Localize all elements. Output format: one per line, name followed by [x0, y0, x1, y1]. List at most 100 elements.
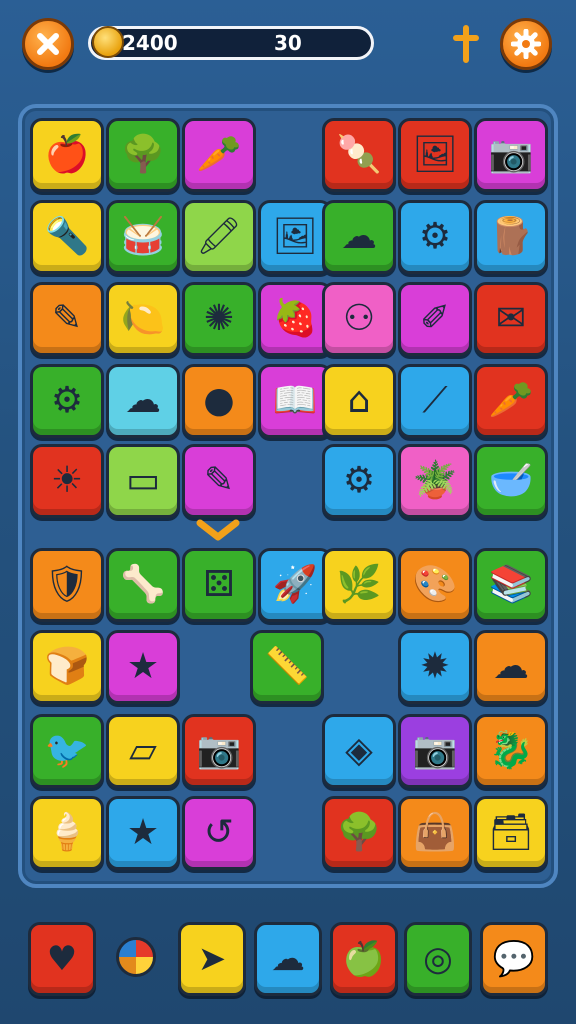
ring-icon: ◎ [423, 939, 453, 979]
cloud-icon: ☁ [341, 216, 377, 257]
tile[interactable]: 🗃 [474, 796, 548, 870]
tile[interactable]: 🍞 [30, 630, 104, 704]
crayon-icon: 🖍 [196, 216, 242, 257]
tile[interactable]: ▱ [106, 714, 180, 788]
tile[interactable]: ⚙ [322, 444, 396, 518]
tray-tile[interactable]: 🍏 [330, 922, 398, 996]
tile[interactable]: 🍋 [106, 282, 180, 356]
tile[interactable]: 📷 [398, 714, 472, 788]
cloud-icon: ☁ [125, 380, 161, 421]
tile[interactable]: 🍡 [322, 118, 396, 192]
tile[interactable]: 📖 [258, 364, 332, 438]
tile[interactable]: 🚀 [258, 548, 332, 622]
tile[interactable]: 📏 [250, 630, 324, 704]
tile[interactable]: ✹ [398, 630, 472, 704]
tile[interactable]: 🐦 [30, 714, 104, 788]
tray-tile[interactable]: ☁ [254, 922, 322, 996]
settings-button[interactable] [500, 18, 552, 70]
camera-icon: 📷 [488, 134, 534, 175]
tile[interactable]: ↺ [182, 796, 256, 870]
tile[interactable]: ★ [106, 796, 180, 870]
bag-icon: 👜 [412, 812, 458, 853]
tile[interactable]: ● [182, 364, 256, 438]
tile[interactable]: 👜 [398, 796, 472, 870]
tile[interactable]: 🪵 [474, 200, 548, 274]
tile[interactable]: ⚙ [30, 364, 104, 438]
tile[interactable]: 🖼 [398, 118, 472, 192]
tile[interactable]: 🪴 [398, 444, 472, 518]
tile[interactable]: 🖼 [258, 200, 332, 274]
tile[interactable]: 🦴 [106, 548, 180, 622]
pen-icon: ✎ [51, 298, 83, 339]
apple-icon: 🍎 [44, 134, 90, 175]
stapler-icon: ⌂ [347, 380, 371, 421]
tile[interactable]: ✉ [474, 282, 548, 356]
tile[interactable]: 🔦 [30, 200, 104, 274]
tile[interactable]: 📚 [474, 548, 548, 622]
gear-icon: ⚙ [50, 380, 84, 421]
tile[interactable]: 🌳 [106, 118, 180, 192]
paper-plane-icon: ➤ [197, 939, 227, 979]
rocket-icon: 🚀 [272, 564, 318, 605]
tile[interactable]: ▭ [106, 444, 180, 518]
tile[interactable]: 🎨 [398, 548, 472, 622]
tile[interactable]: 🥁 [106, 200, 180, 274]
tile[interactable]: ✎ [30, 282, 104, 356]
sun-gear-icon: ✹ [419, 646, 451, 687]
tile[interactable]: ☁ [106, 364, 180, 438]
tile[interactable]: 📷 [474, 118, 548, 192]
score-value: 2400 [122, 31, 178, 55]
tile[interactable]: 🍎 [30, 118, 104, 192]
log-icon: ▭ [125, 460, 160, 501]
tile[interactable]: ⟋ [398, 364, 472, 438]
back-button[interactable] [22, 18, 74, 70]
tray-tile[interactable]: ◎ [404, 922, 472, 996]
lemon-icon: 🍋 [120, 298, 166, 339]
stick-icon: ⟋ [422, 380, 448, 421]
potted-plant-icon: 🪴 [412, 460, 458, 501]
tile[interactable]: ✺ [182, 282, 256, 356]
badge-icon: ◈ [345, 730, 373, 771]
bread-icon: 🍞 [44, 646, 90, 687]
tile[interactable]: 🥕 [182, 118, 256, 192]
tile[interactable]: ⌂ [322, 364, 396, 438]
beach-ball-icon [116, 937, 156, 977]
tile[interactable]: 🍓 [258, 282, 332, 356]
tile[interactable]: ⚄ [182, 548, 256, 622]
cloud-icon: ☁ [493, 646, 529, 687]
gear-icon: ⚙ [418, 216, 452, 257]
bowl-icon: 🥣 [488, 460, 534, 501]
tile[interactable]: ☀ [30, 444, 104, 518]
tile[interactable]: ☁ [474, 630, 548, 704]
dragon-icon: 🐉 [488, 730, 534, 771]
tile[interactable]: 🐉 [474, 714, 548, 788]
tile[interactable]: ⚙ [398, 200, 472, 274]
pencil-card-icon: ✎ [203, 460, 235, 501]
tree-icon: 🌳 [120, 134, 166, 175]
tile[interactable]: ✎ [182, 444, 256, 518]
cross-icon[interactable] [450, 24, 482, 68]
tray-tile[interactable]: 💬 [480, 922, 548, 996]
tray-tile[interactable]: ➤ [178, 922, 246, 996]
tray-tile[interactable]: ♥ [28, 922, 96, 996]
tile[interactable]: ☁ [322, 200, 396, 274]
move-count: 30 [274, 31, 302, 55]
carrot-icon: 🥕 [196, 134, 242, 175]
camera-icon: 📷 [196, 730, 242, 771]
tile[interactable]: ⚇ [322, 282, 396, 356]
tile[interactable]: 🍦 [30, 796, 104, 870]
drum-icon: 🥁 [120, 216, 166, 257]
tile[interactable]: 🥕 [474, 364, 548, 438]
tile[interactable]: 🥣 [474, 444, 548, 518]
tile[interactable]: 🌳 [322, 796, 396, 870]
tile[interactable]: 🛡 [30, 548, 104, 622]
dice-icon: ⚄ [203, 564, 235, 605]
strawberry-icon: 🍓 [272, 298, 318, 339]
tile[interactable]: 🖍 [182, 200, 256, 274]
tile[interactable]: ✐ [398, 282, 472, 356]
torch-icon: 🔦 [44, 216, 90, 257]
tile[interactable]: 🌿 [322, 548, 396, 622]
tile[interactable]: ★ [106, 630, 180, 704]
tile[interactable]: ◈ [322, 714, 396, 788]
tile[interactable]: 📷 [182, 714, 256, 788]
